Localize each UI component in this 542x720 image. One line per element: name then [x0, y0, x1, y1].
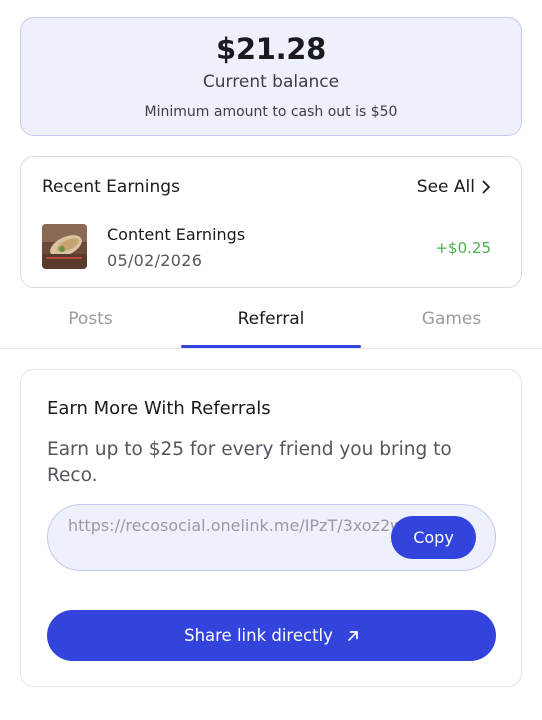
see-all-button[interactable]: See All: [417, 177, 491, 197]
share-link-button[interactable]: Share link directly: [47, 610, 496, 661]
cash-out-note: Minimum amount to cash out is $50: [144, 104, 398, 120]
tab-referral[interactable]: Referral: [181, 309, 361, 329]
referral-title: Earn More With Referrals: [47, 398, 271, 419]
earning-amount: +$0.25: [435, 239, 491, 257]
balance-amount: $21.28: [215, 32, 327, 66]
see-all-label: See All: [416, 177, 475, 197]
chevron-right-icon: [482, 180, 490, 194]
arrow-up-right-icon: [348, 630, 358, 641]
referral-description: Earn up to $25 for every friend you brin…: [47, 439, 452, 486]
content-tabs: Posts Referral Games: [0, 297, 542, 349]
tab-posts[interactable]: Posts: [0, 309, 181, 329]
referral-card: Earn More With Referrals Earn up to $25 …: [20, 369, 522, 687]
earning-date: 05/02/2026: [107, 251, 203, 270]
copy-button[interactable]: Copy: [391, 516, 476, 559]
recent-earnings-card: Recent Earnings See All Content Earnings…: [20, 156, 522, 288]
earning-thumbnail: [42, 224, 87, 269]
earning-name: Content Earnings: [107, 225, 246, 244]
tab-games[interactable]: Games: [361, 309, 542, 329]
active-tab-indicator: [181, 345, 361, 348]
recent-earnings-title: Recent Earnings: [42, 177, 180, 197]
balance-label: Current balance: [202, 72, 340, 92]
referral-link: https://recosocial.onelink.me/IPzT/3xoz2…: [68, 516, 424, 535]
share-link-label: Share link directly: [184, 626, 333, 645]
referral-link-field[interactable]: https://recosocial.onelink.me/IPzT/3xoz2…: [47, 504, 496, 571]
balance-card: $21.28 Current balance Minimum amount to…: [20, 17, 522, 136]
